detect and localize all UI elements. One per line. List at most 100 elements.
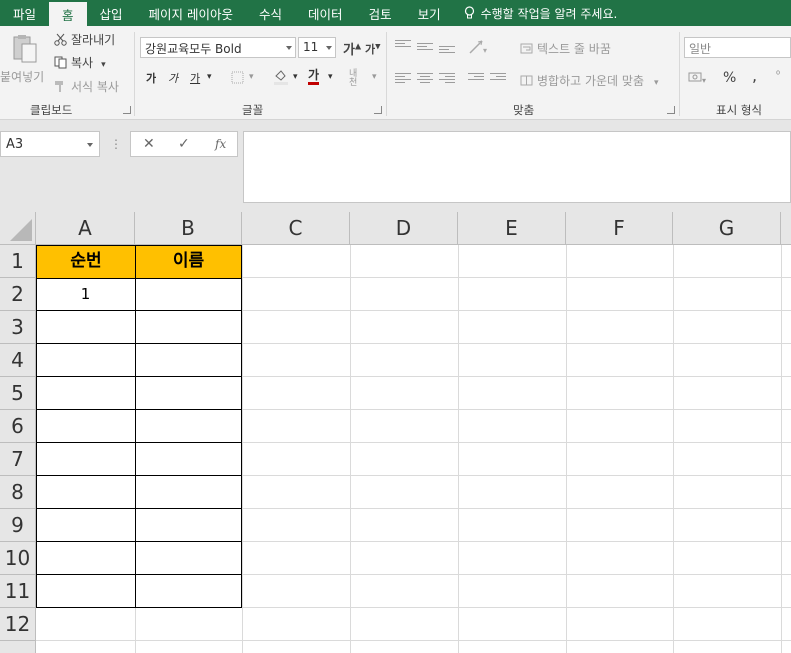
font-launcher-icon[interactable]	[374, 106, 382, 114]
copy-button[interactable]: 복사 ▾	[54, 54, 106, 71]
svg-text:▾: ▾	[702, 76, 706, 85]
increase-decimal-icon[interactable]: ⁰	[776, 70, 780, 81]
tab-view[interactable]: 보기	[405, 0, 454, 26]
percent-button[interactable]: %	[723, 70, 736, 86]
font-size-value: 11	[303, 40, 319, 54]
column-header-a[interactable]: A	[36, 212, 135, 245]
name-box[interactable]: A3	[0, 131, 100, 157]
row-header-1[interactable]: 1	[0, 245, 36, 278]
group-divider	[134, 32, 135, 116]
row-header-6[interactable]: 6	[0, 410, 36, 443]
cell-b1-header[interactable]: 이름	[135, 245, 242, 279]
shrink-font-button[interactable]: 가▼	[365, 41, 381, 57]
underline-dropdown-icon[interactable]: ▾	[207, 72, 212, 82]
worksheet-grid[interactable]: A B C D E F G 1 2 3 4 5 6 7 8 9 10 11 12…	[0, 212, 791, 653]
number-format-select[interactable]: 일반	[684, 37, 791, 58]
font-color-dropdown-icon[interactable]: ▾	[328, 72, 333, 82]
increase-indent-icon[interactable]	[490, 73, 506, 85]
row-header-3[interactable]: 3	[0, 311, 36, 344]
align-center-icon[interactable]	[417, 73, 433, 85]
lightbulb-icon	[464, 6, 474, 19]
gridline	[673, 245, 674, 653]
row-header-8[interactable]: 8	[0, 476, 36, 509]
svg-text:▾: ▾	[483, 46, 487, 55]
row-header-5[interactable]: 5	[0, 377, 36, 410]
row-header-4[interactable]: 4	[0, 344, 36, 377]
gridline	[135, 608, 136, 653]
enter-icon[interactable]: ✓	[178, 136, 190, 152]
cut-label: 잘라내기	[71, 33, 116, 47]
row-header-7[interactable]: 7	[0, 443, 36, 476]
table-border	[36, 508, 242, 509]
font-color-button[interactable]: 가	[308, 68, 320, 85]
paste-button[interactable]: 붙여넣기	[0, 68, 44, 85]
row-header-9[interactable]: 9	[0, 509, 36, 542]
currency-icon[interactable]: ▾	[688, 71, 708, 85]
column-header-b[interactable]: B	[135, 212, 242, 245]
merge-center-button[interactable]: 병합하고 가운데 맞춤 ▾	[520, 72, 659, 89]
fill-color-dropdown-icon[interactable]: ▾	[293, 72, 298, 82]
paste-icon[interactable]	[12, 34, 38, 64]
clipboard-launcher-icon[interactable]	[123, 106, 131, 114]
column-header-g[interactable]: G	[673, 212, 781, 245]
column-header-h[interactable]	[781, 212, 791, 245]
phonetic-dropdown-icon[interactable]: ▾	[372, 72, 377, 82]
font-size-select[interactable]: 11	[298, 37, 336, 58]
align-right-icon[interactable]	[439, 73, 455, 85]
gridline	[242, 245, 243, 653]
tell-me-box[interactable]: 수행할 작업을 알려 주세요.	[454, 0, 618, 26]
tab-file[interactable]: 파일	[0, 0, 49, 26]
align-top-icon[interactable]	[395, 40, 411, 52]
cut-button[interactable]: 잘라내기	[54, 31, 115, 48]
underline-button[interactable]: 가	[190, 70, 200, 86]
table-border	[36, 541, 242, 542]
cell-a2[interactable]: 1	[36, 285, 135, 303]
row-header-13[interactable]	[0, 641, 36, 653]
format-painter-button[interactable]: 서식 복사	[54, 78, 119, 95]
orientation-icon[interactable]: ▾	[468, 39, 490, 55]
font-name-value: 강원교육모두 Bold	[145, 42, 242, 56]
column-header-d[interactable]: D	[350, 212, 458, 245]
copy-dropdown-icon[interactable]: ▾	[101, 60, 106, 70]
bold-button[interactable]: 가	[146, 70, 156, 86]
comma-button[interactable]: ,	[752, 66, 757, 85]
border-dropdown-icon[interactable]: ▾	[249, 72, 254, 82]
tab-review[interactable]: 검토	[356, 0, 405, 26]
formula-input[interactable]	[243, 131, 791, 203]
tab-insert[interactable]: 삽입	[87, 0, 136, 26]
gridline	[566, 245, 567, 653]
name-box-value: A3	[6, 137, 24, 152]
decrease-indent-icon[interactable]	[468, 73, 484, 85]
cancel-icon[interactable]: ✕	[143, 136, 155, 152]
cell-a1-header[interactable]: 순번	[36, 245, 136, 279]
insert-function-icon[interactable]: fx	[215, 137, 226, 151]
column-header-f[interactable]: F	[566, 212, 673, 245]
row-header-2[interactable]: 2	[0, 278, 36, 311]
tab-data[interactable]: 데이터	[295, 0, 356, 26]
align-middle-icon[interactable]	[417, 43, 433, 55]
table-border	[36, 343, 242, 344]
column-header-c[interactable]: C	[242, 212, 350, 245]
row-header-10[interactable]: 10	[0, 542, 36, 575]
italic-button[interactable]: 가	[168, 70, 178, 86]
tab-page-layout[interactable]: 페이지 레이아웃	[136, 0, 246, 26]
tab-home[interactable]: 홈	[49, 2, 87, 26]
font-name-select[interactable]: 강원교육모두 Bold	[140, 37, 296, 58]
alignment-launcher-icon[interactable]	[667, 106, 675, 114]
phonetic-button[interactable]: 내천	[349, 70, 363, 88]
wrap-text-button[interactable]: 텍스트 줄 바꿈	[520, 40, 611, 57]
row-header-11[interactable]: 11	[0, 575, 36, 608]
row-header-12[interactable]: 12	[0, 608, 36, 641]
column-header-e[interactable]: E	[458, 212, 566, 245]
tell-me-text: 수행할 작업을 알려 주세요.	[480, 6, 618, 21]
grow-font-button[interactable]: 가▲	[343, 39, 361, 58]
fill-color-icon[interactable]	[273, 69, 289, 85]
tab-formulas[interactable]: 수식	[246, 0, 295, 26]
more-icon[interactable]: ⋮	[110, 137, 122, 151]
select-all-button[interactable]	[0, 212, 36, 245]
merge-dropdown-icon[interactable]: ▾	[654, 78, 659, 88]
align-left-icon[interactable]	[395, 73, 411, 85]
align-bottom-icon[interactable]	[439, 46, 455, 58]
table-border	[36, 310, 242, 311]
border-icon[interactable]	[231, 71, 244, 84]
